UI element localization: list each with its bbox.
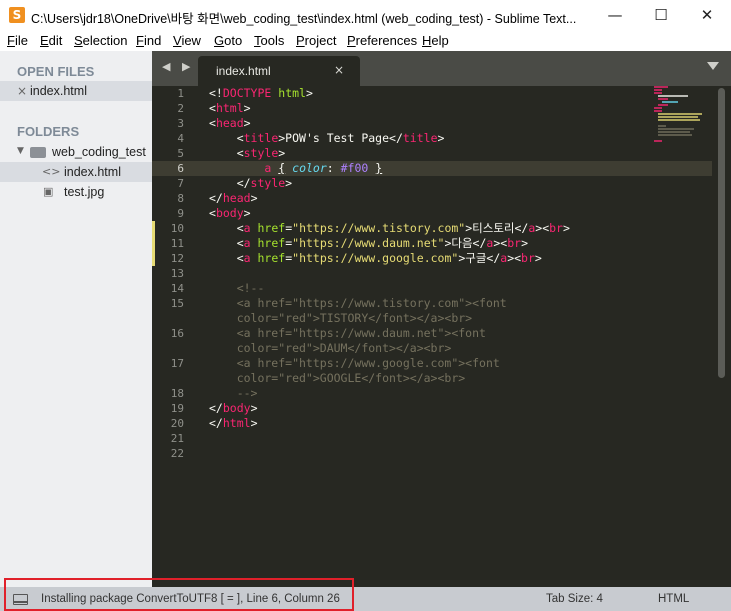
- menu-selection[interactable]: Selection: [74, 33, 127, 48]
- code-line: 13: [152, 266, 712, 281]
- line-number: 5: [177, 147, 184, 160]
- menu-bar: File Edit Selection Find View Goto Tools…: [0, 31, 731, 51]
- tab-bar: ◀ ▶ index.html ×: [152, 51, 731, 86]
- syntax-indicator[interactable]: HTML: [658, 593, 689, 605]
- code-line: 4 <title>POW's Test Page</title>: [152, 131, 712, 146]
- close-file-icon[interactable]: ×: [17, 84, 27, 98]
- close-window-button[interactable]: ✕: [684, 0, 730, 31]
- tab-label: index.html: [216, 64, 271, 78]
- line-number: 20: [170, 417, 184, 430]
- line-number: 14: [170, 282, 184, 295]
- menu-find[interactable]: Find: [136, 33, 161, 48]
- open-file-name: index.html: [30, 84, 87, 98]
- title-bar: S C:\Users\jdr18\OneDrive\바탕 화면\web_codi…: [0, 0, 731, 31]
- line-number: 9: [177, 207, 184, 220]
- code-line: 5 <style>: [152, 146, 712, 161]
- line-number: 1: [177, 87, 184, 100]
- code-line: 1 <!DOCTYPE html>: [152, 86, 712, 101]
- code-line: 7 </style>: [152, 176, 712, 191]
- folders-heading: FOLDERS: [17, 124, 80, 139]
- sidebar: OPEN FILES × index.html FOLDERS ▼ web_co…: [0, 51, 152, 587]
- line-number: 6: [177, 162, 184, 175]
- menu-goto[interactable]: Goto: [214, 33, 242, 48]
- minimap[interactable]: [652, 86, 712, 146]
- code-line: 3 <head>: [152, 116, 712, 131]
- menu-tools[interactable]: Tools: [254, 33, 284, 48]
- line-number: 18: [170, 387, 184, 400]
- code-file-icon: <>: [42, 165, 61, 178]
- code-line: 20 </html>: [152, 416, 712, 431]
- line-number: 11: [170, 237, 184, 250]
- line-number: 13: [170, 267, 184, 280]
- code-line: color="red">GOOGLE</font></a><br>: [209, 371, 466, 385]
- code-line: 16 <a href="https://www.daum.net"><font: [152, 326, 712, 341]
- code-line: 18 -->: [152, 386, 712, 401]
- line-number: 12: [170, 252, 184, 265]
- chevron-down-icon[interactable]: ▼: [17, 146, 24, 156]
- line-number: 3: [177, 117, 184, 130]
- code-line: 14 <!--: [152, 281, 712, 296]
- tab-nav-arrows[interactable]: ◀ ▶: [162, 60, 194, 73]
- file-name: index.html: [64, 165, 121, 179]
- menu-preferences[interactable]: Preferences: [347, 33, 417, 48]
- line-number: 2: [177, 102, 184, 115]
- code-line: 8 </head>: [152, 191, 712, 206]
- menu-file[interactable]: File: [7, 33, 28, 48]
- menu-view[interactable]: View: [173, 33, 201, 48]
- tab-index-html[interactable]: index.html ×: [198, 56, 360, 86]
- code-line: 17 <a href="https://www.google.com"><fon…: [152, 356, 712, 371]
- tab-menu-icon[interactable]: [707, 62, 719, 70]
- sublime-text-icon: S: [9, 7, 25, 23]
- folder-name: web_coding_test: [52, 145, 146, 159]
- line-number: 4: [177, 132, 184, 145]
- line-number: 19: [170, 402, 184, 415]
- line-number: 7: [177, 177, 184, 190]
- code-line: 22: [152, 446, 712, 461]
- open-file-item[interactable]: × index.html: [0, 81, 152, 101]
- code-line: 10 <a href="https://www.tistory.com">티스토…: [152, 221, 712, 236]
- image-file-icon: ▣: [43, 185, 54, 198]
- file-item-index[interactable]: <> index.html: [0, 162, 152, 182]
- minimize-button[interactable]: —: [592, 0, 638, 31]
- code-line: 9 <body>: [152, 206, 712, 221]
- folder-icon: [30, 147, 46, 158]
- maximize-button[interactable]: ☐: [638, 0, 684, 31]
- line-number: 15: [170, 297, 184, 310]
- menu-help[interactable]: Help: [422, 33, 449, 48]
- menu-edit[interactable]: Edit: [40, 33, 62, 48]
- code-line: 12 <a href="https://www.google.com">구글</…: [152, 251, 712, 266]
- close-tab-icon[interactable]: ×: [334, 63, 344, 77]
- code-editor[interactable]: 1 <!DOCTYPE html> 2 <html> 3 <head> 4 <titl…: [152, 86, 731, 587]
- line-number: 8: [177, 192, 184, 205]
- vertical-scrollbar[interactable]: [718, 88, 725, 378]
- folder-item[interactable]: ▼ web_coding_test: [0, 142, 152, 162]
- code-line: 19 </body>: [152, 401, 712, 416]
- current-code-line: 6 a { color: #f00 }: [152, 161, 712, 176]
- code-line: 21: [152, 431, 712, 446]
- line-number: 21: [170, 432, 184, 445]
- open-files-heading: OPEN FILES: [17, 64, 95, 79]
- line-number: 22: [170, 447, 184, 460]
- file-item-test-jpg[interactable]: ▣ test.jpg: [0, 182, 152, 202]
- window-title: C:\Users\jdr18\OneDrive\바탕 화면\web_coding…: [31, 12, 577, 26]
- code-line: 2 <html>: [152, 101, 712, 116]
- code-line: color="red">TISTORY</font></a><br>: [209, 311, 473, 325]
- menu-project[interactable]: Project: [296, 33, 336, 48]
- code-line: 15 <a href="https://www.tistory.com"><fo…: [152, 296, 712, 311]
- line-number: 10: [170, 222, 184, 235]
- line-number: 17: [170, 357, 184, 370]
- code-line: 11 <a href="https://www.daum.net">다음</a>…: [152, 236, 712, 251]
- line-number: 16: [170, 327, 184, 340]
- annotation-highlight-box: [4, 578, 354, 611]
- tab-size-indicator[interactable]: Tab Size: 4: [546, 593, 603, 605]
- code-line: color="red">DAUM</font></a><br>: [209, 341, 452, 355]
- file-name: test.jpg: [64, 185, 105, 199]
